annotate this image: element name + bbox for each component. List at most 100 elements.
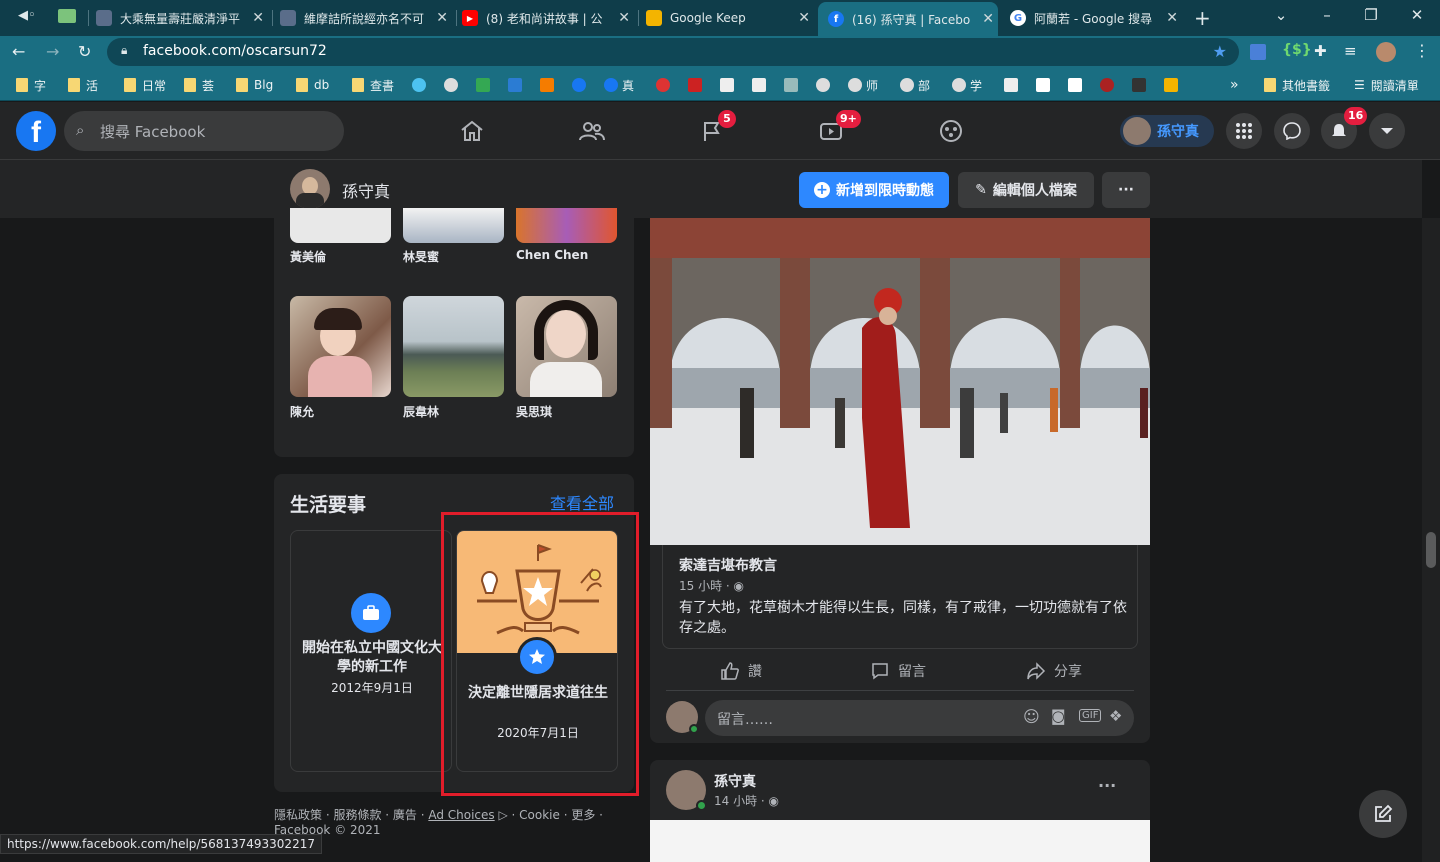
bookmark-folder[interactable]: Blg — [236, 76, 273, 94]
friend-photo[interactable] — [290, 296, 391, 397]
audio-icon[interactable]: ◀◦ — [18, 8, 36, 23]
ad-choices-link[interactable]: Ad Choices — [428, 808, 494, 822]
friend-photo[interactable] — [516, 208, 617, 243]
profile-avatar[interactable] — [290, 169, 330, 209]
friend-photo[interactable] — [403, 208, 504, 243]
emoji-icon[interactable]: ☺ — [1023, 707, 1040, 726]
json-extension-icon[interactable]: {$} — [1282, 42, 1312, 58]
author-avatar[interactable] — [666, 770, 707, 811]
post-time[interactable]: 14 小時 · ◉ — [714, 792, 779, 809]
forward-icon[interactable]: → — [46, 42, 59, 61]
tab-6[interactable]: G 阿蘭若 - Google 搜尋 ✕ — [1010, 4, 1182, 32]
restore-icon[interactable]: ❐ — [1356, 6, 1386, 24]
friend-name[interactable]: 辰韋林 — [403, 403, 439, 420]
comment-input[interactable]: 留言…… ☺ ◙ GIF ❖ — [705, 700, 1134, 736]
bookmark-site[interactable] — [752, 76, 770, 94]
bookmark-folder[interactable]: 查書 — [352, 76, 394, 94]
translate-extension-icon[interactable] — [1250, 44, 1266, 60]
sticker-icon[interactable]: ❖ — [1109, 707, 1122, 725]
facebook-search-input[interactable]: ⌕ 搜尋 Facebook — [64, 111, 344, 151]
tab-close-icon[interactable]: ✕ — [436, 10, 448, 26]
add-to-story-button[interactable]: + 新增到限時動態 — [799, 172, 949, 208]
bookmark-site[interactable] — [1004, 76, 1022, 94]
back-icon[interactable]: ← — [12, 42, 25, 61]
bookmark-site[interactable] — [540, 76, 558, 94]
edit-profile-button[interactable]: ✎ 編輯個人檔案 — [958, 172, 1094, 208]
post-image[interactable] — [650, 820, 1150, 862]
menu-grid-icon[interactable] — [1226, 113, 1262, 149]
bookmark-site[interactable] — [412, 76, 430, 94]
tab-search-icon[interactable]: ⌄ — [1266, 6, 1296, 24]
bookmark-site[interactable] — [1068, 76, 1086, 94]
reading-list-icon[interactable]: ≡ — [1344, 42, 1357, 60]
friend-name[interactable]: 陳允 — [290, 403, 314, 420]
friend-photo[interactable] — [516, 296, 617, 397]
commenter-avatar[interactable] — [666, 701, 699, 734]
chrome-profile-avatar[interactable] — [1376, 42, 1396, 62]
new-message-button[interactable] — [1359, 790, 1407, 838]
tab-close-icon[interactable]: ✕ — [798, 10, 810, 26]
bookmark-site[interactable]: 学 — [952, 76, 982, 94]
reading-list[interactable]: ☰ 閱讀清單 — [1354, 76, 1419, 94]
bookmark-folder[interactable]: 字 — [16, 76, 46, 94]
tab-close-icon[interactable]: ✕ — [618, 10, 630, 26]
profile-shortcut[interactable]: 孫守真 — [1120, 115, 1214, 147]
bookmark-site[interactable]: 师 — [848, 76, 878, 94]
camera-icon[interactable]: ◙ — [1051, 707, 1066, 725]
see-all-link[interactable]: 查看全部 — [550, 490, 614, 514]
like-button[interactable]: 讚 — [720, 661, 762, 681]
bookmark-site[interactable] — [816, 76, 834, 94]
extensions-puzzle-icon[interactable]: ✚ — [1314, 42, 1327, 60]
close-window-icon[interactable]: ✕ — [1402, 6, 1432, 24]
friend-name[interactable]: 林旻蜜 — [403, 248, 439, 265]
bookmark-folder[interactable]: 荟 — [184, 76, 214, 94]
friend-name[interactable]: 黃美倫 — [290, 248, 326, 265]
gaming-icon[interactable] — [931, 114, 971, 148]
friend-name[interactable]: 吳思琪 — [516, 403, 552, 420]
post-photo[interactable] — [650, 218, 1150, 545]
profile-more-button[interactable]: ··· — [1102, 172, 1150, 208]
bookmark-site[interactable] — [508, 76, 526, 94]
bookmark-site[interactable] — [1164, 76, 1182, 94]
bookmark-site[interactable] — [1132, 76, 1150, 94]
account-dropdown-icon[interactable] — [1369, 113, 1405, 149]
facebook-logo[interactable]: f — [16, 111, 56, 151]
life-event-item[interactable]: 開始在私立中國文化大學的新工作 2012年9月1日 — [290, 530, 452, 772]
gif-icon[interactable]: GIF — [1079, 709, 1102, 722]
bookmark-site[interactable] — [1100, 76, 1118, 94]
tab-5-active[interactable]: f (16) 孫守真 | Faceboo ✕ — [818, 2, 998, 36]
messenger-icon[interactable] — [1274, 113, 1310, 149]
bookmark-site[interactable] — [720, 76, 738, 94]
bookmark-folder[interactable]: 日常 — [124, 76, 166, 94]
share-button[interactable]: 分享 — [1026, 661, 1082, 681]
other-bookmarks[interactable]: 其他書籤 — [1264, 76, 1330, 94]
chrome-menu-icon[interactable]: ⋮ — [1414, 41, 1430, 60]
bookmark-site[interactable]: 部 — [900, 76, 930, 94]
tab-3[interactable]: ▶ (8) 老和尚讲故事 | 公 ✕ — [462, 4, 634, 32]
tab-close-icon[interactable]: ✕ — [1166, 10, 1178, 26]
home-icon[interactable] — [452, 114, 492, 148]
bookmark-site[interactable]: 真 — [604, 76, 634, 94]
address-bar[interactable]: 🔒︎ facebook.com/oscarsun72 ★ — [107, 38, 1239, 66]
friend-photo[interactable] — [403, 296, 504, 397]
bookmark-site[interactable] — [572, 76, 590, 94]
bookmark-site[interactable] — [656, 76, 674, 94]
bookmarks-overflow[interactable]: » — [1230, 76, 1239, 94]
comment-button[interactable]: 留言 — [870, 661, 926, 681]
bookmark-folder[interactable]: 活 — [68, 76, 98, 94]
shared-post-box[interactable]: 索達吉堪布教言 15 小時 · ◉ 有了大地，花草樹木才能得以生長，同樣，有了戒… — [662, 545, 1138, 649]
bookmark-star-icon[interactable]: ★ — [1213, 42, 1227, 61]
scrollbar-thumb[interactable] — [1426, 532, 1436, 568]
new-tab-button[interactable]: + — [1194, 6, 1211, 30]
friend-name[interactable]: Chen Chen — [516, 248, 588, 262]
reload-icon[interactable]: ↻ — [78, 42, 91, 61]
tab-1[interactable]: 大乘無量壽莊嚴清淨平 ✕ — [96, 4, 268, 32]
tab-2[interactable]: 維摩詰所說經亦名不可 ✕ — [280, 4, 452, 32]
tab-close-icon[interactable]: ✕ — [252, 10, 264, 26]
bookmark-site[interactable] — [688, 76, 706, 94]
post-options-button[interactable]: ··· — [1098, 776, 1116, 795]
minimize-icon[interactable]: – — [1312, 6, 1342, 24]
tab-group-icon[interactable] — [58, 9, 76, 23]
bookmark-site[interactable] — [476, 76, 494, 94]
page-scrollbar[interactable] — [1422, 218, 1440, 862]
